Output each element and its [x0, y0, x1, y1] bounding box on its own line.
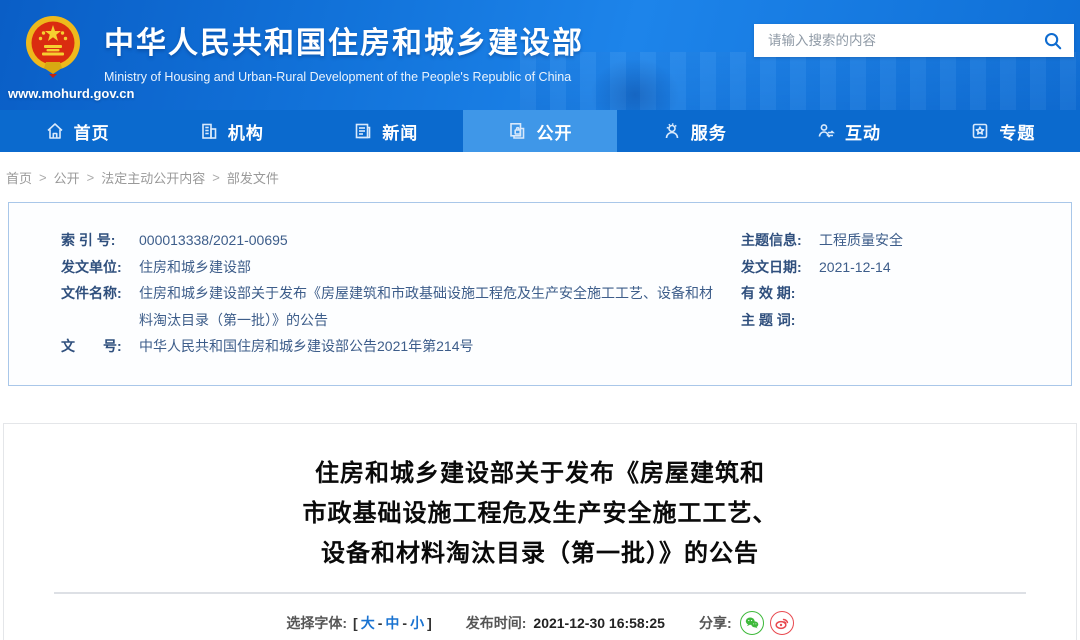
font-select-label: 选择字体:: [286, 613, 347, 633]
topic-icon: [970, 121, 990, 141]
dash: -: [378, 615, 383, 631]
font-size-large-button[interactable]: 大: [361, 615, 375, 631]
breadcrumb-disclosure[interactable]: 公开: [54, 168, 80, 187]
nav-label: 专题: [999, 119, 1035, 144]
nav-label: 首页: [74, 119, 110, 144]
document-info-box: 索 引 号: 000013338/2021-00695 发文单位: 住房和城乡建…: [8, 202, 1072, 386]
main-nav: 首页 机构 新闻 公开 服务 互动: [0, 110, 1080, 152]
weibo-icon: [774, 615, 790, 631]
info-label: 文件名称:: [61, 280, 139, 333]
site-header: www.mohurd.gov.cn 中华人民共和国住房和城乡建设部 Minist…: [0, 0, 1080, 110]
article-title-line2: 市政基础设施工程危及生产安全施工工艺、: [4, 494, 1076, 534]
breadcrumb-home[interactable]: 首页: [6, 168, 32, 187]
section-gap: [0, 386, 1080, 423]
info-value: 工程质量安全: [819, 227, 903, 254]
dash: -: [402, 615, 407, 631]
bracket: [: [353, 615, 358, 631]
info-row-subject-info: 主题信息: 工程质量安全: [741, 227, 1071, 254]
info-row-issue-date: 发文日期: 2021-12-14: [741, 254, 1071, 281]
info-value: 住房和城乡建设部: [139, 254, 251, 281]
article-meta-row: 选择字体: [大-中-小] 发布时间: 2021-12-30 16:58:25 …: [4, 611, 1076, 635]
home-icon: [45, 121, 65, 141]
breadcrumb-separator: >: [39, 170, 47, 185]
nav-label: 服务: [691, 119, 727, 144]
search-button[interactable]: [1032, 24, 1074, 57]
news-icon: [353, 121, 373, 141]
nav-item-home[interactable]: 首页: [0, 110, 154, 152]
nav-item-news[interactable]: 新闻: [309, 110, 463, 152]
nav-item-disclosure[interactable]: 公开: [463, 110, 617, 152]
share-icons: [740, 611, 794, 635]
search-icon: [1043, 31, 1063, 51]
font-size-small-button[interactable]: 小: [410, 615, 424, 631]
nav-label: 公开: [536, 119, 572, 144]
info-row-document-number: 文 号: 中华人民共和国住房和城乡建设部公告2021年第214号: [61, 333, 719, 360]
document-info-right-column: 主题信息: 工程质量安全 发文日期: 2021-12-14 有 效 期: 主 题…: [719, 227, 1071, 385]
national-emblem-icon: [20, 12, 86, 86]
service-icon: [662, 121, 682, 141]
wechat-icon: [744, 615, 760, 631]
share-weibo-button[interactable]: [770, 611, 794, 635]
nav-label: 机构: [228, 119, 264, 144]
nav-item-organization[interactable]: 机构: [154, 110, 308, 152]
info-value: 000013338/2021-00695: [139, 227, 288, 254]
info-label: 有 效 期:: [741, 280, 819, 307]
bracket: ]: [427, 615, 432, 631]
info-value: 2021-12-14: [819, 254, 891, 281]
disclosure-icon: [507, 121, 527, 141]
publish-time-label: 发布时间:: [466, 613, 527, 633]
site-title-cn: 中华人民共和国住房和城乡建设部: [104, 18, 584, 62]
info-value: 住房和城乡建设部关于发布《房屋建筑和市政基础设施工程危及生产安全施工工艺、设备和…: [139, 280, 719, 333]
article-title: 住房和城乡建设部关于发布《房屋建筑和 市政基础设施工程危及生产安全施工工艺、 设…: [4, 454, 1076, 574]
nav-label: 互动: [845, 119, 881, 144]
site-url: www.mohurd.gov.cn: [8, 86, 134, 101]
breadcrumb-statutory-content[interactable]: 法定主动公开内容: [101, 168, 205, 187]
font-size-medium-button[interactable]: 中: [385, 615, 399, 631]
info-label: 发文单位:: [61, 254, 139, 281]
article-divider: [54, 592, 1026, 594]
article-title-line3: 设备和材料淘汰目录（第一批）》的公告: [4, 534, 1076, 574]
info-label: 主题信息:: [741, 227, 819, 254]
document-info-left-column: 索 引 号: 000013338/2021-00695 发文单位: 住房和城乡建…: [9, 227, 719, 385]
publish-time-value: 2021-12-30 16:58:25: [533, 615, 665, 631]
article-box: 住房和城乡建设部关于发布《房屋建筑和 市政基础设施工程危及生产安全施工工艺、 设…: [3, 423, 1077, 640]
nav-item-topic[interactable]: 专题: [926, 110, 1080, 152]
search-box: [754, 24, 1074, 57]
nav-label: 新闻: [382, 119, 418, 144]
nav-item-interaction[interactable]: 互动: [771, 110, 925, 152]
nav-item-service[interactable]: 服务: [617, 110, 771, 152]
info-row-subject-terms: 主 题 词:: [741, 307, 1071, 334]
breadcrumb-separator: >: [87, 170, 95, 185]
share-wechat-button[interactable]: [740, 611, 764, 635]
breadcrumb: 首页 > 公开 > 法定主动公开内容 > 部发文件: [0, 152, 1080, 202]
breadcrumb-separator: >: [212, 170, 220, 185]
info-label: 主 题 词:: [741, 307, 819, 334]
organization-icon: [199, 121, 219, 141]
share-label: 分享:: [699, 613, 732, 633]
info-label: 索 引 号:: [61, 227, 139, 254]
site-title-en: Ministry of Housing and Urban-Rural Deve…: [104, 70, 584, 84]
header-tree-shadow: [590, 58, 680, 110]
breadcrumb-ministry-documents: 部发文件: [227, 168, 279, 187]
search-input[interactable]: [754, 33, 1032, 48]
article-title-line1: 住房和城乡建设部关于发布《房屋建筑和: [4, 454, 1076, 494]
info-row-document-name: 文件名称: 住房和城乡建设部关于发布《房屋建筑和市政基础设施工程危及生产安全施工…: [61, 280, 719, 333]
info-value: 中华人民共和国住房和城乡建设部公告2021年第214号: [139, 333, 474, 360]
interaction-icon: [816, 121, 836, 141]
info-label: 文 号:: [61, 333, 139, 360]
info-label: 发文日期:: [741, 254, 819, 281]
info-row-validity-period: 有 效 期:: [741, 280, 1071, 307]
font-size-picker: [大-中-小]: [353, 613, 432, 633]
info-row-index-number: 索 引 号: 000013338/2021-00695: [61, 227, 719, 254]
info-row-issuing-unit: 发文单位: 住房和城乡建设部: [61, 254, 719, 281]
